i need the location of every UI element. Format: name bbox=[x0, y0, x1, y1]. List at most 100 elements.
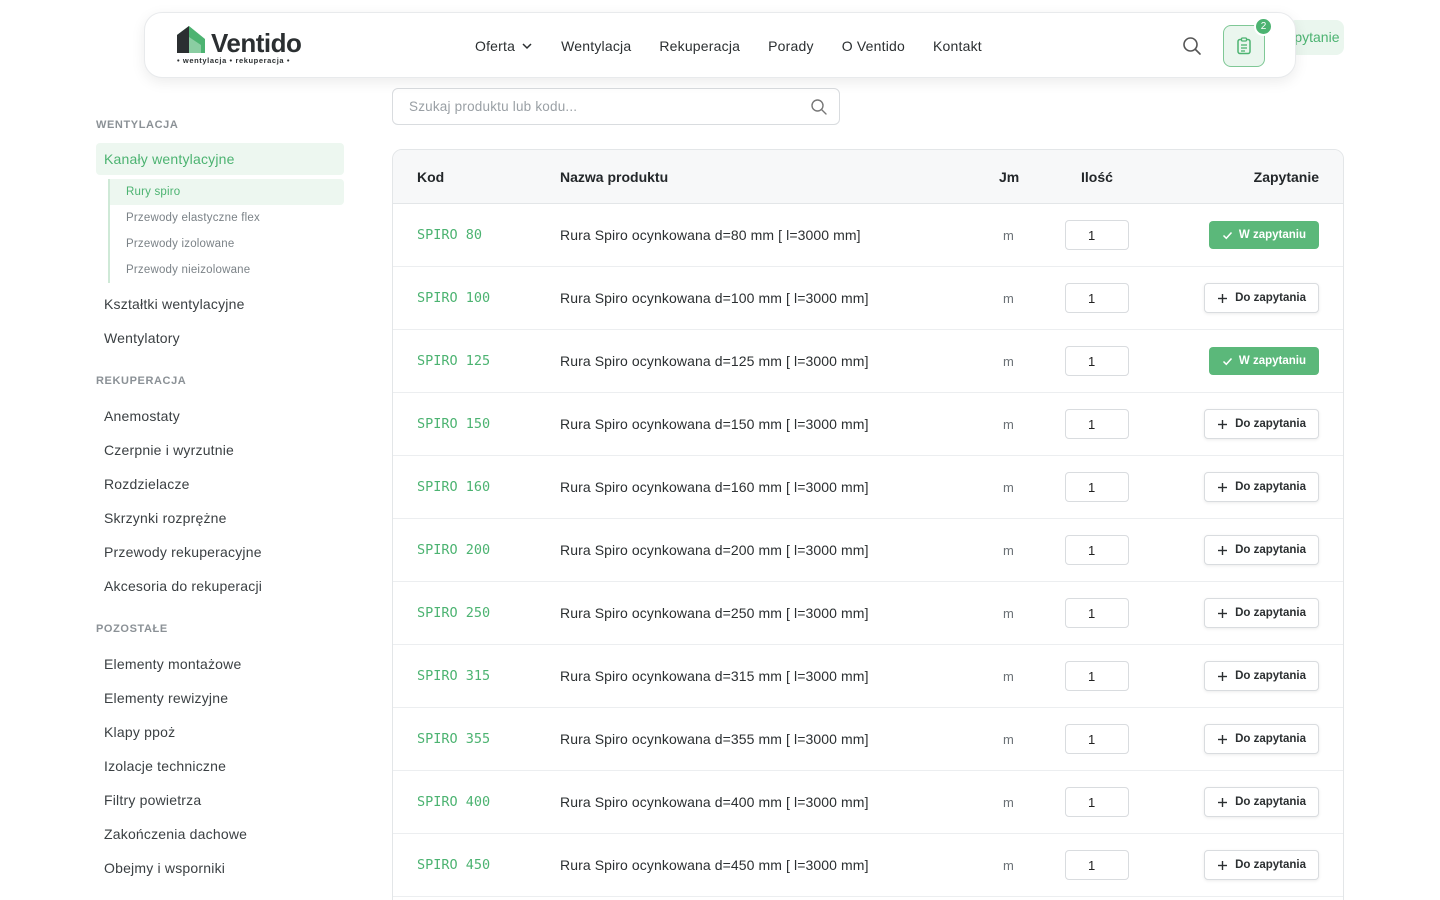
add-to-request-button[interactable]: Do zapytania bbox=[1204, 787, 1319, 817]
nav-oferta-label: Oferta bbox=[475, 38, 516, 54]
product-code[interactable]: SPIRO 100 bbox=[417, 267, 490, 330]
table-row: SPIRO 160 Rura Spiro ocynkowana d=160 mm … bbox=[393, 456, 1343, 519]
product-unit: m bbox=[1003, 732, 1014, 747]
sidebar-item-zakonczenia[interactable]: Zakończenia dachowe bbox=[96, 817, 344, 851]
request-offer-button[interactable]: Zapytanie ofertowe bbox=[1288, 20, 1344, 55]
plus-icon bbox=[1218, 608, 1228, 618]
table-row: SPIRO 355 Rura Spiro ocynkowana d=355 mm … bbox=[393, 708, 1343, 771]
header-search-button[interactable] bbox=[1181, 35, 1203, 57]
add-to-request-label: Do zapytania bbox=[1235, 544, 1306, 556]
sidebar-item-ksztaltki[interactable]: Kształtki wentylacyjne bbox=[96, 287, 344, 321]
sidebar-item-czerpnie[interactable]: Czerpnie i wyrzutnie bbox=[96, 433, 344, 467]
quantity-input[interactable] bbox=[1065, 850, 1129, 880]
sidebar-item-akcesoria[interactable]: Akcesoria do rekuperacji bbox=[96, 569, 344, 603]
nav-o-ventido[interactable]: O Ventido bbox=[842, 38, 905, 54]
table-row: SPIRO 250 Rura Spiro ocynkowana d=250 mm … bbox=[393, 582, 1343, 645]
in-request-button[interactable]: W zapytaniu bbox=[1208, 347, 1319, 375]
sidebar-item-rozdzielacze[interactable]: Rozdzielacze bbox=[96, 467, 344, 501]
sidebar-item-filtry[interactable]: Filtry powietrza bbox=[96, 783, 344, 817]
sidebar-item-obejmy[interactable]: Obejmy i wsporniki bbox=[96, 851, 344, 885]
product-code[interactable]: SPIRO 400 bbox=[417, 771, 490, 834]
sidebar-item-przewody-rekuperacyjne[interactable]: Przewody rekuperacyjne bbox=[96, 535, 344, 569]
section-title-wentylacja: WENTYLACJA bbox=[96, 119, 179, 131]
product-unit: m bbox=[1003, 228, 1014, 243]
product-unit: m bbox=[1003, 480, 1014, 495]
in-request-button[interactable]: W zapytaniu bbox=[1208, 221, 1319, 249]
add-to-request-button[interactable]: Do zapytania bbox=[1204, 472, 1319, 502]
header-unit: Jm bbox=[999, 169, 1020, 185]
subcategory-przewody-izolowane[interactable]: Przewody izolowane bbox=[110, 231, 344, 257]
nav-kontakt[interactable]: Kontakt bbox=[933, 38, 982, 54]
product-unit: m bbox=[1003, 606, 1014, 621]
check-icon bbox=[1222, 357, 1232, 365]
add-to-request-button[interactable]: Do zapytania bbox=[1204, 535, 1319, 565]
product-name: Rura Spiro ocynkowana d=125 mm [ l=3000 … bbox=[560, 353, 869, 369]
quantity-input[interactable] bbox=[1065, 283, 1129, 313]
request-list-button[interactable]: 2 bbox=[1223, 17, 1273, 67]
nav-rekuperacja[interactable]: Rekuperacja bbox=[659, 38, 740, 54]
quantity-input[interactable] bbox=[1065, 220, 1129, 250]
product-code[interactable]: SPIRO 200 bbox=[417, 519, 490, 582]
quantity-input[interactable] bbox=[1065, 598, 1129, 628]
sidebar-item-kanaly-wentylacyjne[interactable]: Kanały wentylacyjne bbox=[96, 143, 344, 175]
add-to-request-button[interactable]: Do zapytania bbox=[1204, 661, 1319, 691]
product-code[interactable]: SPIRO 160 bbox=[417, 456, 490, 519]
section-title-rekuperacja: REKUPERACJA bbox=[96, 375, 187, 387]
header-name: Nazwa produktu bbox=[560, 169, 669, 185]
add-to-request-button[interactable]: Do zapytania bbox=[1204, 409, 1319, 439]
sidebar-item-skrzynki[interactable]: Skrzynki rozprężne bbox=[96, 501, 344, 535]
product-name: Rura Spiro ocynkowana d=160 mm [ l=3000 … bbox=[560, 479, 869, 495]
nav-porady[interactable]: Porady bbox=[768, 38, 814, 54]
product-code[interactable]: SPIRO 250 bbox=[417, 582, 490, 645]
add-to-request-button[interactable]: Do zapytania bbox=[1204, 283, 1319, 313]
product-unit: m bbox=[1003, 669, 1014, 684]
quantity-input[interactable] bbox=[1065, 661, 1129, 691]
product-code[interactable]: SPIRO 150 bbox=[417, 393, 490, 456]
product-search-input[interactable] bbox=[393, 89, 783, 124]
sidebar-item-elementy-rewizyjne[interactable]: Elementy rewizyjne bbox=[96, 681, 344, 715]
product-code[interactable]: SPIRO 80 bbox=[417, 204, 482, 267]
quantity-input[interactable] bbox=[1065, 724, 1129, 754]
add-to-request-label: Do zapytania bbox=[1235, 796, 1306, 808]
sidebar-item-elementy-montazowe[interactable]: Elementy montażowe bbox=[96, 647, 344, 681]
plus-icon bbox=[1218, 860, 1228, 870]
subcategory-rury-spiro[interactable]: Rury spiro bbox=[110, 179, 344, 205]
product-code[interactable]: SPIRO 450 bbox=[417, 834, 490, 897]
nav-oferta[interactable]: Oferta bbox=[475, 38, 533, 54]
sidebar-item-klapy-ppoz[interactable]: Klapy ppoż bbox=[96, 715, 344, 749]
product-unit: m bbox=[1003, 795, 1014, 810]
product-name: Rura Spiro ocynkowana d=80 mm [ l=3000 m… bbox=[560, 227, 861, 243]
product-code[interactable]: SPIRO 355 bbox=[417, 708, 490, 771]
quantity-input[interactable] bbox=[1065, 787, 1129, 817]
logo[interactable]: Ventido • wentylacja • rekuperacja • bbox=[175, 25, 315, 67]
search-icon[interactable] bbox=[810, 98, 828, 116]
nav-wentylacja[interactable]: Wentylacja bbox=[561, 38, 631, 54]
add-to-request-button[interactable]: Do zapytania bbox=[1204, 598, 1319, 628]
product-name: Rura Spiro ocynkowana d=250 mm [ l=3000 … bbox=[560, 605, 869, 621]
add-to-request-button[interactable]: Do zapytania bbox=[1204, 724, 1319, 754]
header-request: Zapytanie bbox=[1253, 169, 1319, 185]
add-to-request-label: Do zapytania bbox=[1235, 292, 1306, 304]
quantity-input[interactable] bbox=[1065, 472, 1129, 502]
quantity-input[interactable] bbox=[1065, 346, 1129, 376]
quantity-input[interactable] bbox=[1065, 409, 1129, 439]
table-row: SPIRO 150 Rura Spiro ocynkowana d=150 mm … bbox=[393, 393, 1343, 456]
product-code[interactable]: SPIRO 315 bbox=[417, 645, 490, 708]
add-to-request-label: Do zapytania bbox=[1235, 859, 1306, 871]
sidebar-item-wentylatory[interactable]: Wentylatory bbox=[96, 321, 344, 355]
chevron-down-icon bbox=[522, 43, 532, 50]
add-to-request-label: Do zapytania bbox=[1235, 733, 1306, 745]
top-header: Ventido • wentylacja • rekuperacja • Ofe… bbox=[144, 12, 1296, 78]
subcategory-list: Rury spiro Przewody elastyczne flex Prze… bbox=[108, 179, 344, 283]
sidebar-item-anemostaty[interactable]: Anemostaty bbox=[96, 399, 344, 433]
table-row: SPIRO 125 Rura Spiro ocynkowana d=125 mm … bbox=[393, 330, 1343, 393]
product-code[interactable]: SPIRO 125 bbox=[417, 330, 490, 393]
subcategory-przewody-flex[interactable]: Przewody elastyczne flex bbox=[110, 205, 344, 231]
add-to-request-button[interactable]: Do zapytania bbox=[1204, 850, 1319, 880]
quantity-input[interactable] bbox=[1065, 535, 1129, 565]
subcategory-przewody-nieizolowane[interactable]: Przewody nieizolowane bbox=[110, 257, 344, 283]
main-nav: Oferta Wentylacja Rekuperacja Porady O V… bbox=[475, 13, 982, 79]
table-row: SPIRO 450 Rura Spiro ocynkowana d=450 mm … bbox=[393, 834, 1343, 897]
table-row: SPIRO 400 Rura Spiro ocynkowana d=400 mm … bbox=[393, 771, 1343, 834]
sidebar-item-izolacje[interactable]: Izolacje techniczne bbox=[96, 749, 344, 783]
